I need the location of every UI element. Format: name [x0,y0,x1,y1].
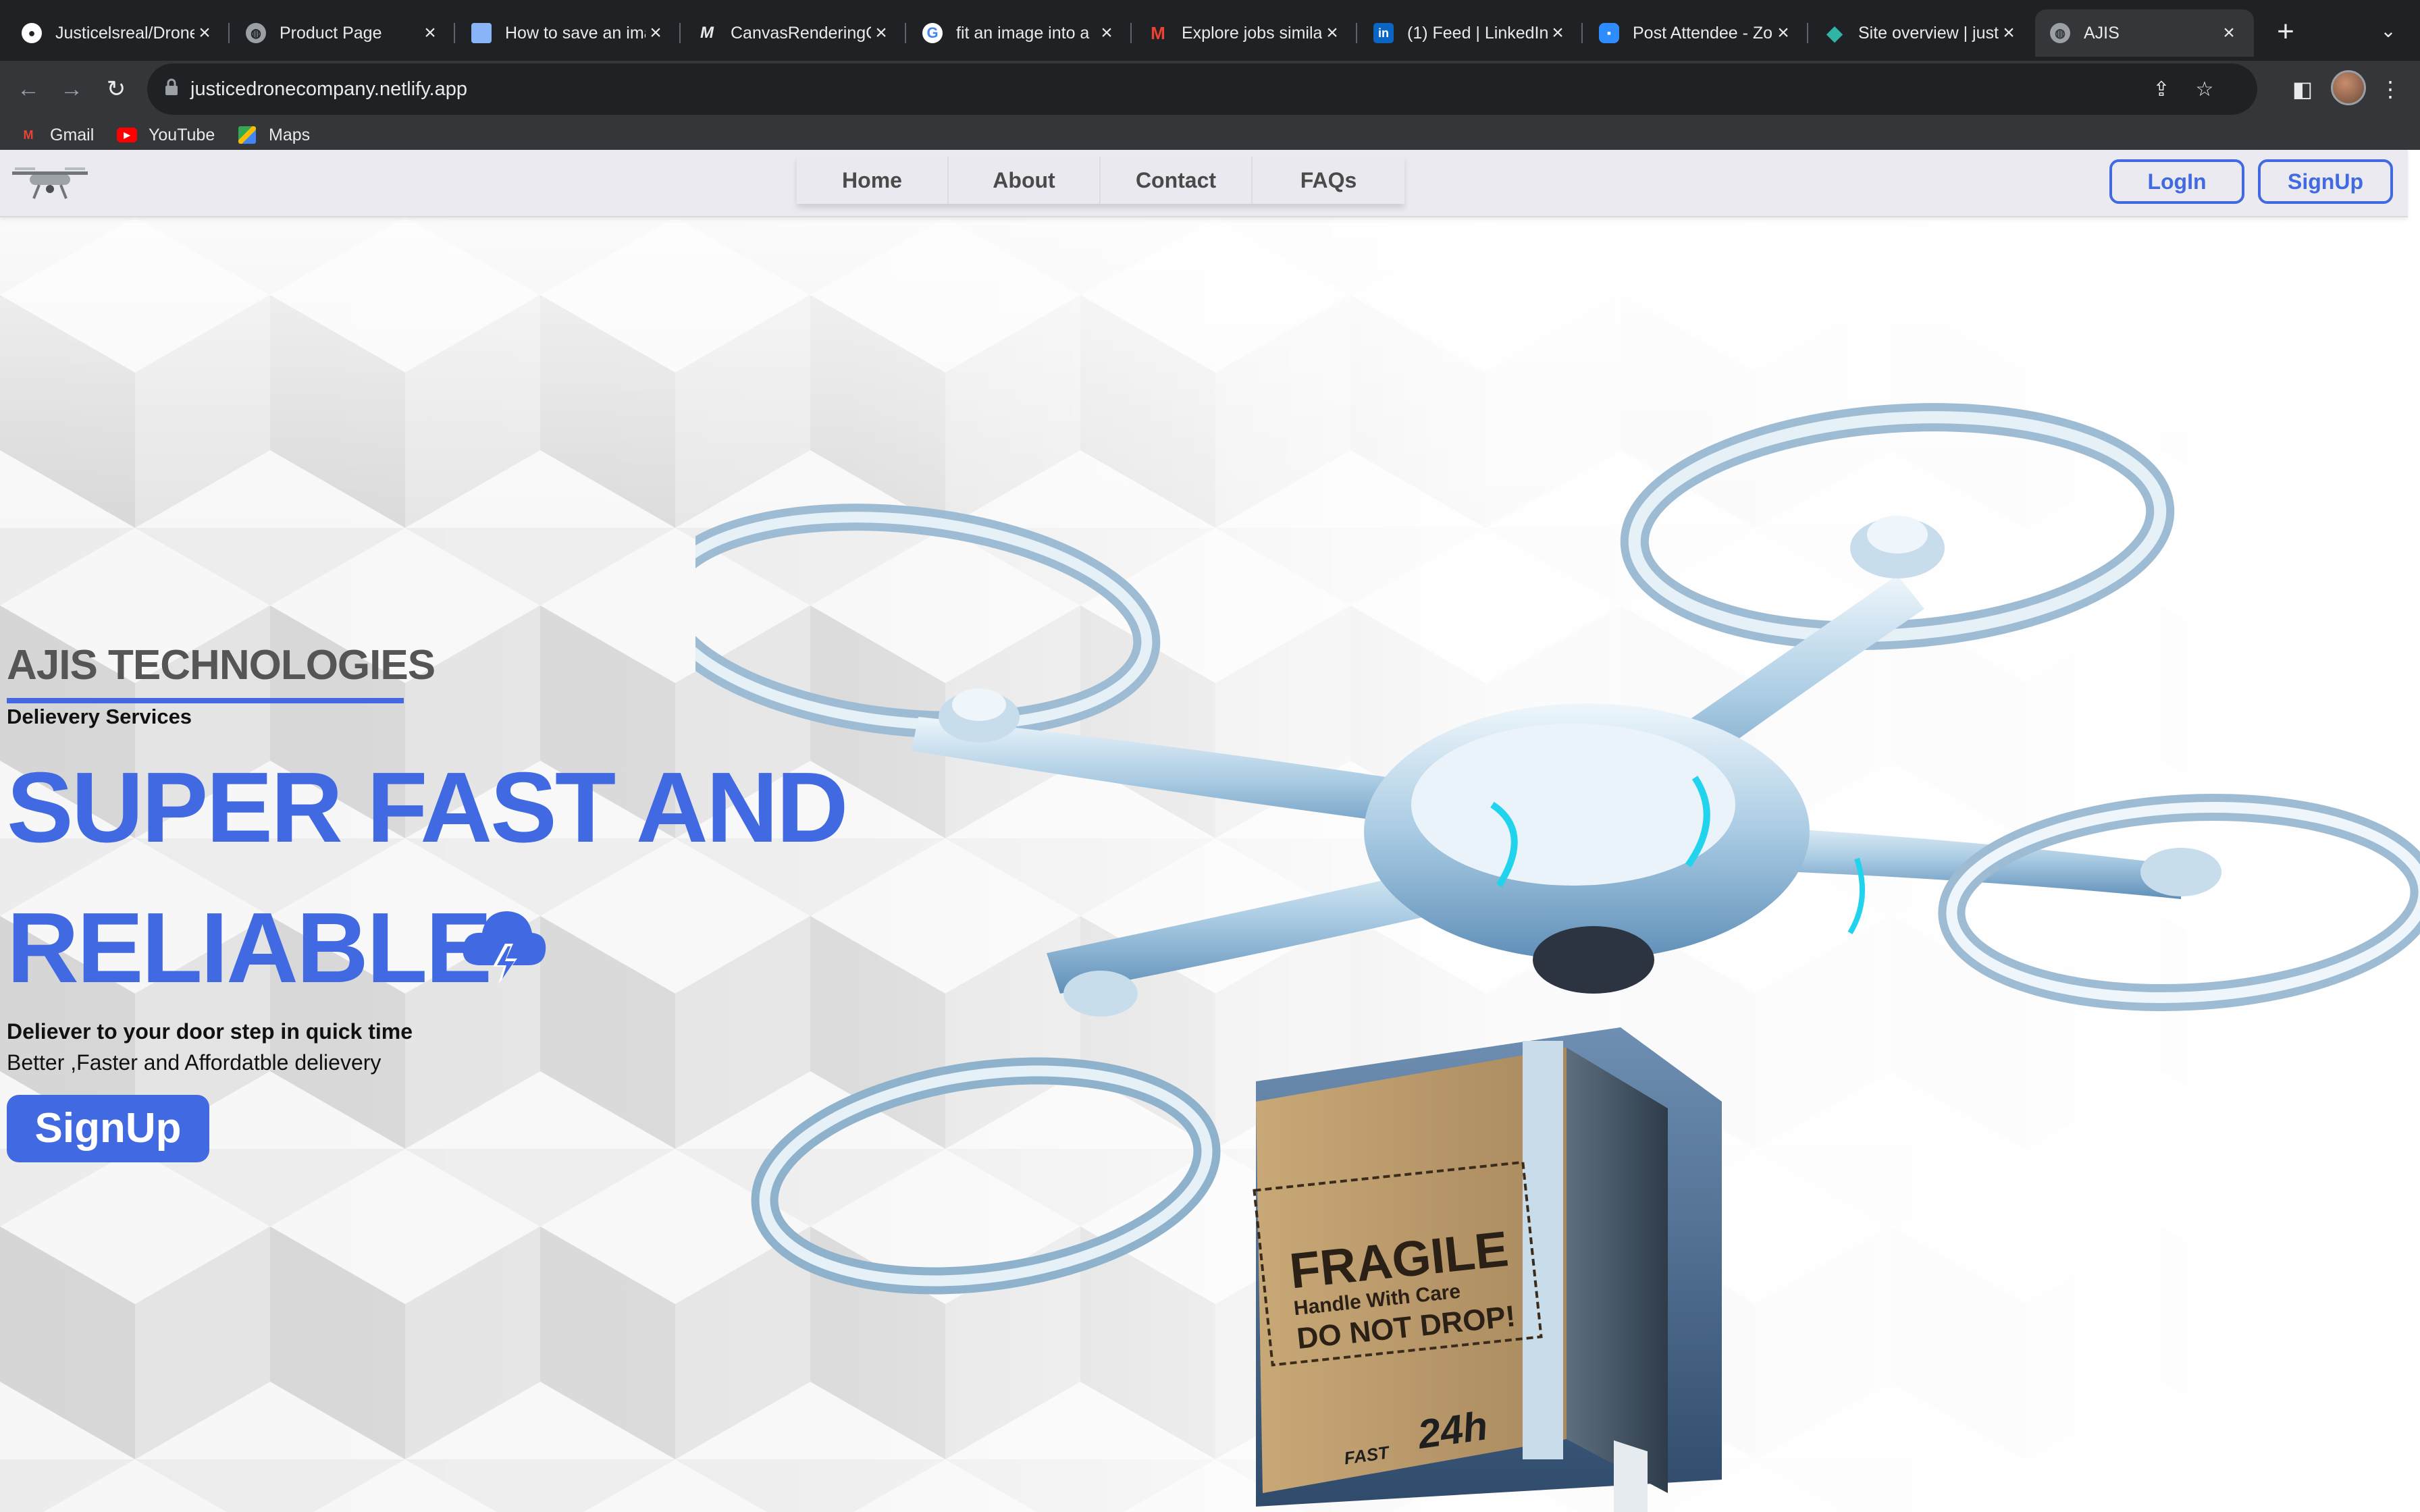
tab-title: AJIS [2084,23,2120,43]
rotor-guard-front-left [751,1057,1221,1295]
brand-title: AJIS TECHNOLOGIES [7,642,436,688]
side-panel-icon[interactable]: ◧ [2284,70,2321,108]
drone-logo-icon[interactable] [9,155,90,204]
tab-title: Post Attendee - Zoom [1633,23,1773,43]
tab-zoom[interactable]: ▪ Post Attendee - Zoom × [1584,9,1808,57]
login-button[interactable]: LogIn [2109,159,2244,204]
delivery-drone-image: FRAGILE Handle With Care DO NOT DROP! 24… [695,403,2420,1512]
tab-canvas[interactable]: M CanvasRenderingContext × [682,9,906,57]
hero-subtitle-bold: Deliever to your door step in quick time [7,1019,413,1044]
site-header: Home About Contact FAQs LogIn SignUp [0,150,2408,217]
bookmark-label: Gmail [50,125,95,144]
package-box: FRAGILE Handle With Care DO NOT DROP! 24… [1253,1027,1722,1512]
headline-line-2: RELIABLE [7,892,492,1004]
back-arrow-icon[interactable]: ← [9,70,47,108]
rotor-guard-front-right [1938,793,2420,1012]
tab-title: Site overview | justice [1858,23,1999,43]
nav-about[interactable]: About [949,157,1101,204]
forward-arrow-icon[interactable]: → [53,70,90,108]
globe-icon: ◍ [2050,23,2070,43]
close-icon[interactable]: × [2219,22,2239,45]
share-icon[interactable]: ⇪ [2145,73,2178,107]
bookmark-label: Maps [269,125,311,144]
header-signup-button[interactable]: SignUp [2258,159,2393,204]
tab-product-page[interactable]: ◍ Product Page × [231,9,455,57]
hero-signup-button[interactable]: SignUp [7,1095,209,1162]
profile-avatar[interactable] [2331,70,2366,105]
nav-faqs[interactable]: FAQs [1253,157,1404,204]
youtube-icon: ▶ [116,126,138,144]
nav-contact[interactable]: Contact [1101,157,1253,204]
cloud-lightning-icon [463,911,546,984]
main-nav: Home About Contact FAQs [797,157,1404,204]
google-icon: G [922,23,943,43]
url-text[interactable]: justicedronecompany.netlify.app [190,63,467,115]
hero-subtitle: Better ,Faster and Affordatble delievery [7,1050,382,1075]
close-icon[interactable]: × [420,22,440,45]
close-icon[interactable]: × [646,22,666,45]
globe-icon: ◍ [246,23,266,43]
new-tab-button[interactable]: + [2269,15,2303,49]
github-icon: ● [22,23,42,43]
tab-google[interactable]: G fit an image into a × [908,9,1132,57]
netlify-icon: ◆ [1826,22,1843,45]
headline-line-1: SUPER FAST AND [7,752,849,863]
address-bar[interactable]: justicedronecompany.netlify.app ⇪ ☆ [147,63,2257,115]
tab-netlify[interactable]: ◆ Site overview | justice × [1810,9,2034,57]
tab-title: Justicelsreal/Drone [55,23,194,43]
rotor-guard-back-left [695,504,1161,738]
browser-toolbar: ← → ↻ justicedronecompany.netlify.app ⇪ … [0,61,2420,162]
bookmark-label: YouTube [149,125,215,144]
brand-tagline: Delievery Services [7,705,192,728]
close-icon[interactable]: × [871,22,891,45]
page-viewport: FRAGILE Handle With Care DO NOT DROP! 24… [0,150,2420,1512]
menu-kebab-icon[interactable]: ⋮ [2371,70,2409,108]
linkedin-icon: in [1373,23,1394,43]
close-icon[interactable]: × [1773,22,1793,45]
lock-icon [165,78,178,95]
close-icon[interactable]: × [1548,22,1568,45]
close-icon[interactable]: × [1999,22,2019,45]
tab-title: Explore jobs similar [1182,23,1322,43]
close-icon[interactable]: × [194,22,215,45]
tab-ajis[interactable]: ◍ AJIS × [2035,9,2254,57]
tab-linkedin[interactable]: in (1) Feed | LinkedIn × [1359,9,1583,57]
tab-title: How to save an image [505,23,646,43]
maps-icon [236,126,258,144]
close-icon[interactable]: × [1097,22,1117,45]
mdn-icon: M [700,24,714,42]
zoom-icon: ▪ [1599,23,1619,43]
bookmark-star-icon[interactable]: ☆ [2188,73,2221,107]
reload-icon[interactable]: ↻ [97,70,135,108]
tab-save-image[interactable]: How to save an image × [456,9,681,57]
tab-title: fit an image into a [956,23,1090,43]
gmail-icon: M [23,128,34,142]
tab-search-chevron-icon[interactable]: ⌄ [2373,16,2403,46]
tab-title: (1) Feed | LinkedIn [1407,23,1548,43]
tab-title: Product Page [280,23,382,43]
tab-github[interactable]: ● Justicelsreal/Drone × [7,9,230,57]
tab-strip: ● Justicelsreal/Drone × ◍ Product Page ×… [0,0,2420,61]
nav-home[interactable]: Home [797,157,949,204]
page-icon [471,23,492,43]
gmail-icon: M [1151,22,1165,43]
tab-gmail[interactable]: M Explore jobs similar × [1133,9,1357,57]
tab-title: CanvasRenderingContext [731,23,871,43]
brand-underline [7,698,404,703]
close-icon[interactable]: × [1322,22,1342,45]
